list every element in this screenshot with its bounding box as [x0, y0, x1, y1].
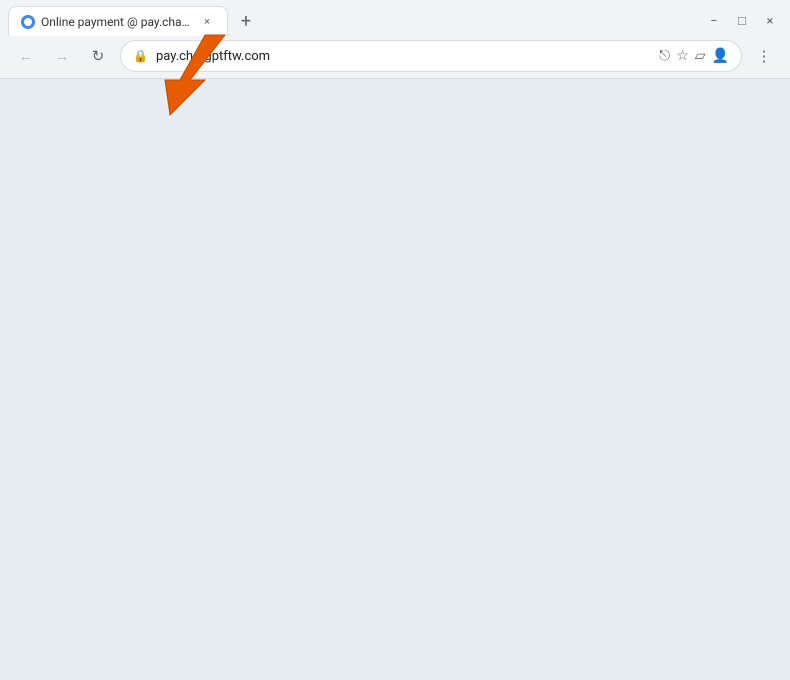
tab-close-button[interactable]: ×: [199, 14, 215, 30]
bookmark-icon[interactable]: ☆: [676, 48, 689, 64]
close-browser-button[interactable]: ×: [758, 9, 782, 33]
back-button[interactable]: ←: [12, 42, 40, 70]
url-text: pay.chatgptftw.com: [156, 49, 651, 64]
minimize-button[interactable]: −: [702, 9, 726, 33]
tab-title: Online payment @ pay.chatgptftw.: [41, 15, 193, 29]
browser-chrome: Online payment @ pay.chatgptftw. × + − □…: [0, 0, 790, 79]
refresh-button[interactable]: ↻: [84, 42, 112, 70]
more-options-button[interactable]: ⋮: [750, 42, 778, 70]
tab-favicon: [21, 15, 35, 29]
tab-bar: Online payment @ pay.chatgptftw. × + − □…: [0, 0, 790, 36]
lock-icon: 🔒: [133, 49, 148, 63]
address-bar[interactable]: 🔒 pay.chatgptftw.com ⎋ ☆ ▱ 👤: [120, 40, 742, 72]
profile-icon[interactable]: 👤: [712, 48, 729, 64]
address-right-icons: ⎋ ☆ ▱ 👤: [659, 48, 729, 64]
share-icon[interactable]: ⎋: [659, 48, 670, 64]
tab-right-controls: − □ ×: [702, 9, 782, 33]
active-tab[interactable]: Online payment @ pay.chatgptftw. ×: [8, 6, 228, 36]
forward-button[interactable]: →: [48, 42, 76, 70]
maximize-button[interactable]: □: [730, 9, 754, 33]
address-bar-row: ← → ↻ 🔒 pay.chatgptftw.com ⎋ ☆ ▱ 👤 ⋮: [0, 36, 790, 78]
split-view-icon[interactable]: ▱: [695, 48, 706, 64]
new-tab-button[interactable]: +: [232, 7, 260, 35]
